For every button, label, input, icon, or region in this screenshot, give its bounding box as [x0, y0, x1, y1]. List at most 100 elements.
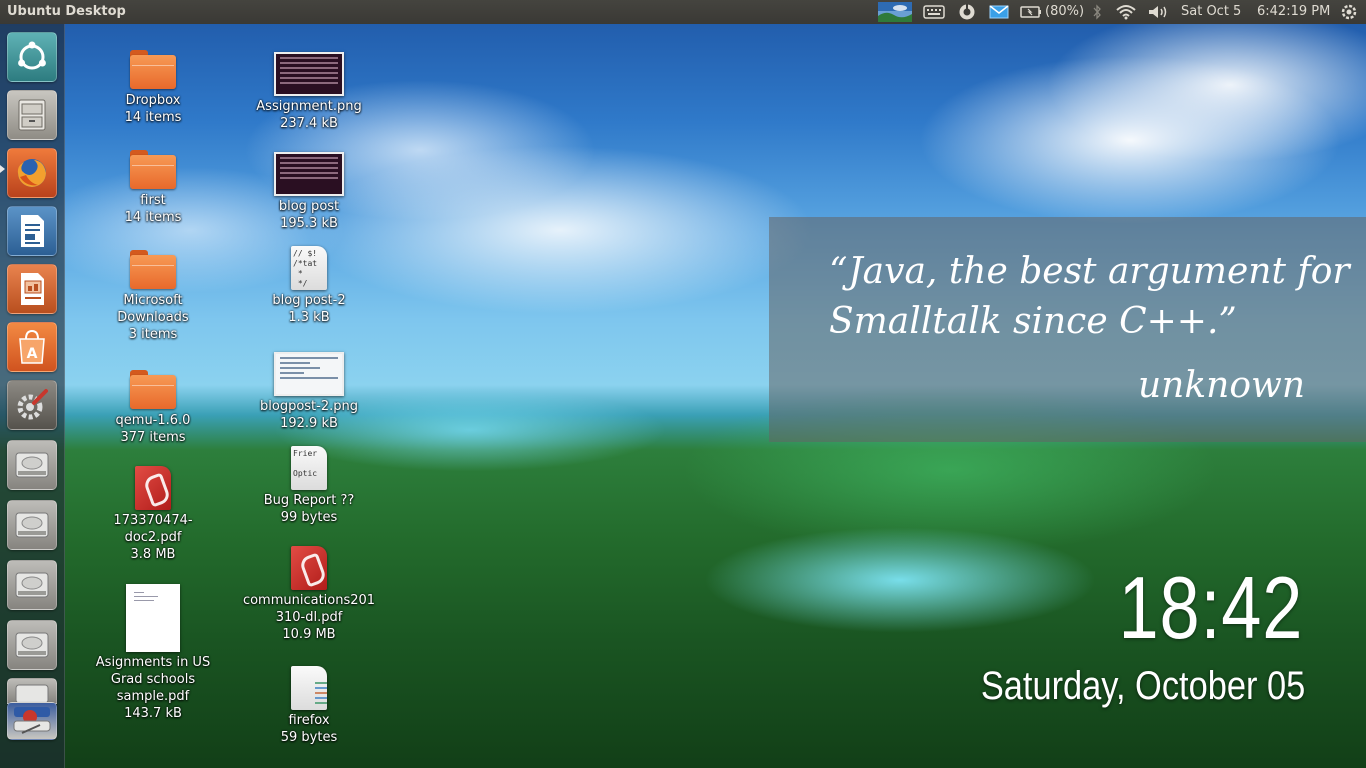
ubuntu-logo-icon [18, 41, 46, 70]
wifi-icon [1116, 5, 1136, 20]
desktop-icon-blogpost-2-png[interactable]: blogpost-2.png 192.9 kB [245, 352, 373, 432]
hard-drive-icon [15, 512, 49, 538]
quote-widget: “Java, the best argument for Smalltalk s… [769, 217, 1366, 442]
desktop-icon-dropbox[interactable]: Dropbox 14 items [89, 50, 217, 126]
hard-drive-icon [15, 632, 49, 658]
desktop-icon-meta: 143.7 kB [124, 706, 182, 721]
keyboard-indicator[interactable] [923, 0, 945, 24]
document-icon [21, 215, 44, 247]
files-launcher-button[interactable] [7, 90, 57, 140]
desktop-icon-label: blog post [278, 199, 340, 214]
image-thumbnail-icon [274, 352, 344, 396]
panel-date[interactable]: Sat Oct 5 [1181, 0, 1241, 24]
desktop-icon-label: qemu-1.6.0 [115, 413, 191, 428]
desktop-icon-label: blog post-2 [272, 293, 346, 308]
battery-percentage: (80%) [1045, 4, 1085, 19]
window-title: Ubuntu Desktop [7, 4, 126, 19]
desktop-icon-meta: 377 items [120, 430, 186, 445]
keyboard-icon [923, 5, 945, 19]
bluetooth-indicator[interactable] [1092, 0, 1102, 24]
gear-wrench-icon [17, 389, 48, 420]
hard-drive-icon [15, 572, 49, 598]
stacked-launcher-items[interactable] [7, 702, 57, 740]
impress-launcher-button[interactable] [7, 264, 57, 314]
workspace-switcher-indicator[interactable] [878, 0, 912, 24]
desktop-icon-label: 173370474-doc2.pdf [113, 513, 193, 545]
drive-launcher-button-1[interactable] [7, 440, 57, 490]
drive-launcher-button-5[interactable] [7, 678, 57, 704]
clock-date: Saturday, October 05 [980, 664, 1305, 708]
desktop-icon-meta: 14 items [124, 210, 182, 225]
network-indicator[interactable] [1116, 0, 1136, 24]
panel-time[interactable]: 6:42:19 PM [1257, 0, 1330, 24]
desktop-icon-label: blogpost-2.png [260, 399, 358, 414]
desktop-icon-pdf-doc2[interactable]: 173370474-doc2.pdf 3.8 MB [89, 466, 217, 563]
desktop-icon-label: communications201310-dl.pdf [242, 593, 376, 625]
battery-indicator[interactable] [1020, 0, 1042, 24]
software-center-launcher-button[interactable]: A [7, 322, 57, 372]
top-panel: Ubuntu Desktop (80%) Sat Oct 5 6:42:19 P… [0, 0, 1366, 24]
desktop-icon-meta: 237.4 kB [280, 116, 338, 131]
svg-text:A: A [27, 346, 38, 362]
quote-text-line-1: “Java, the best argument for [829, 251, 1350, 292]
landscape-thumbnail-icon [878, 2, 912, 22]
desktop-icon-blog-post[interactable]: blog post 195.3 kB [245, 152, 373, 232]
running-indicator [0, 165, 5, 173]
system-settings-launcher-button[interactable] [7, 380, 57, 430]
drive-launcher-button-4[interactable] [7, 620, 57, 670]
clock-time: 18:42 [1118, 558, 1303, 657]
text-file-icon: // $! /*tat * */ [291, 246, 327, 290]
firefox-icon [17, 159, 46, 187]
desktop-icon-label: Dropbox [125, 93, 181, 108]
desktop-icon-assignment-png[interactable]: Assignment.png 237.4 kB [245, 52, 373, 132]
image-thumbnail-icon [274, 152, 344, 196]
desktop-icon-label: Microsoft Downloads [117, 293, 189, 325]
desktop-icon-blog-post-2[interactable]: // $! /*tat * */ blog post-2 1.3 kB [245, 246, 373, 326]
hard-drive-icon [15, 684, 49, 703]
desktop-icon-label: Bug Report ?? [263, 493, 355, 508]
quote-text-line-2: Smalltalk since C++.” [829, 301, 1237, 342]
desktop-icon-meta: 192.9 kB [280, 416, 338, 431]
desktop-icon-label: Assignment.png [256, 99, 362, 114]
envelope-icon [989, 5, 1009, 19]
desktop-icon-meta: 195.3 kB [280, 216, 338, 231]
desktop-icon-bug-report[interactable]: Frier Optic Bug Report ?? 99 bytes [245, 446, 373, 526]
bluetooth-icon [1093, 4, 1101, 20]
desktop-icon-qemu[interactable]: qemu-1.6.0 377 items [89, 370, 217, 446]
sound-indicator[interactable] [1147, 0, 1169, 24]
text-file-lines-icon [291, 666, 327, 710]
desktop-icon-label: Asignments in US Grad schools sample.pdf [95, 655, 211, 704]
dash-home-button[interactable] [7, 32, 57, 82]
desktop-icon-meta: 3.8 MB [130, 547, 176, 562]
folder-icon [130, 370, 176, 410]
sync-icon [959, 4, 975, 20]
image-thumbnail-icon [274, 52, 344, 96]
power-gear-icon [1341, 4, 1357, 20]
writer-launcher-button[interactable] [7, 206, 57, 256]
desktop-icon-meta: 59 bytes [280, 730, 338, 745]
desktop-icon-communications-pdf[interactable]: communications201310-dl.pdf 10.9 MB [238, 546, 380, 643]
desktop-icon-assignments-pdf[interactable]: Asignments in US Grad schools sample.pdf… [89, 584, 217, 722]
desktop-icon-meta: 1.3 kB [288, 310, 330, 325]
desktop-icon-meta: 3 items [128, 327, 178, 342]
desktop-icon-microsoft-downloads[interactable]: Microsoft Downloads 3 items [89, 250, 217, 343]
document-preview-icon [126, 584, 180, 652]
folder-icon [130, 250, 176, 290]
shopping-bag-icon: A [19, 329, 45, 364]
desktop-icon-meta: 14 items [124, 110, 182, 125]
folder-icon [130, 150, 176, 190]
drive-launcher-button-3[interactable] [7, 560, 57, 610]
unity-launcher: A [0, 24, 65, 768]
sync-indicator[interactable] [958, 0, 976, 24]
speaker-icon [1149, 6, 1167, 18]
session-indicator[interactable] [1340, 0, 1358, 24]
pdf-icon [291, 546, 327, 590]
desktop-icon-firefox-file[interactable]: firefox 59 bytes [245, 666, 373, 746]
messaging-indicator[interactable] [989, 0, 1009, 24]
drive-launcher-button-2[interactable] [7, 500, 57, 550]
firefox-launcher-button[interactable] [7, 148, 57, 198]
desktop-icon-first[interactable]: first 14 items [89, 150, 217, 226]
pdf-icon [135, 466, 171, 510]
quote-author: unknown [1137, 365, 1305, 406]
folder-icon [130, 50, 176, 90]
